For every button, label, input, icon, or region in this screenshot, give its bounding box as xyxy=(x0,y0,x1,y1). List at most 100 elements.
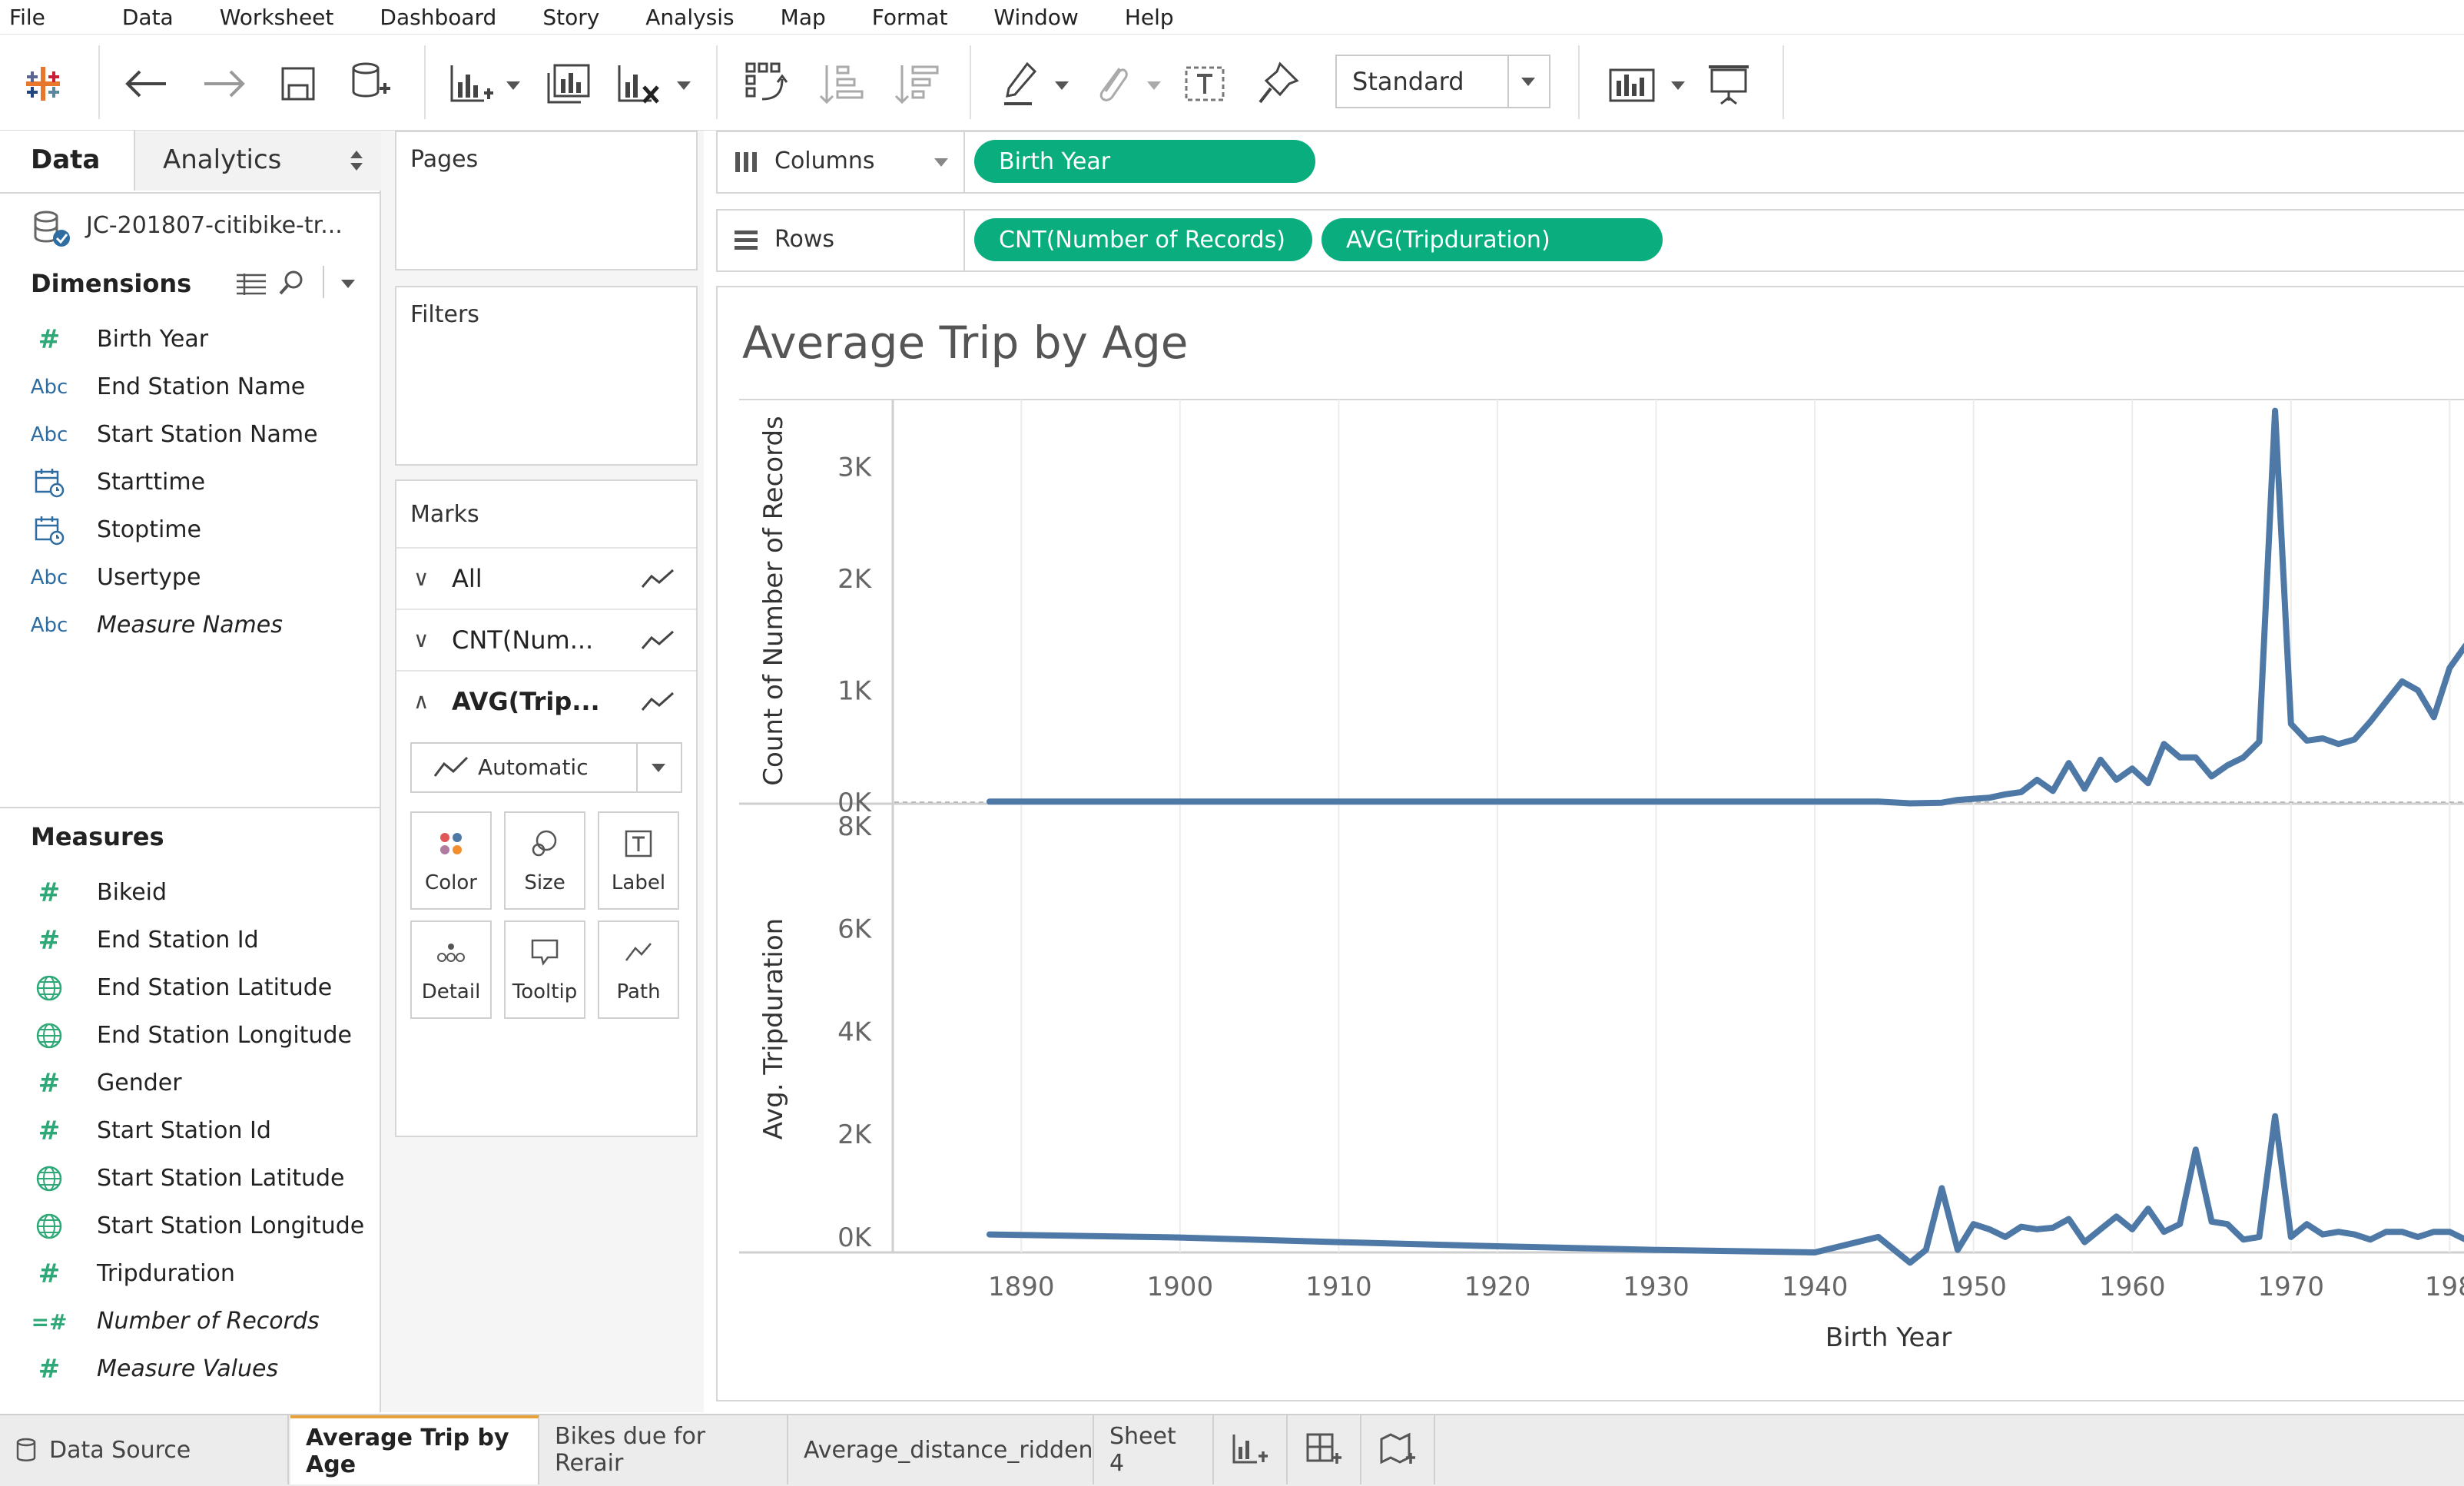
tab-analytics[interactable]: Analytics xyxy=(134,131,381,191)
marks-row-cnt[interactable]: ∨ CNT(Num... xyxy=(396,609,696,670)
globe-icon xyxy=(34,1020,65,1051)
field-start-station-name[interactable]: Abc Start Station Name xyxy=(0,413,380,456)
y-axis-title: Count of Number of Records xyxy=(758,416,789,786)
series-line xyxy=(986,407,2464,807)
tooltip-button[interactable]: Tooltip xyxy=(504,920,585,1019)
filters-card[interactable]: Filters xyxy=(395,286,698,466)
menu-dashboard[interactable]: Dashboard xyxy=(380,5,496,30)
x-tick-label: 1960 xyxy=(2099,1272,2166,1302)
tab-sheet-4[interactable]: Sheet 4 xyxy=(1094,1415,1214,1484)
pages-card[interactable]: Pages xyxy=(395,131,698,270)
fit-dropdown-value: Standard xyxy=(1352,67,1464,96)
columns-shelf[interactable]: Columns Birth Year xyxy=(716,131,2464,194)
line-chart[interactable]: 1890 1900 1910 1920 1930 1940 1950 1960 1970 198 B… xyxy=(718,287,2464,1400)
marks-row-avg[interactable]: ∧ AVG(Trip... xyxy=(396,670,696,731)
marks-row-all[interactable]: ∨ All xyxy=(396,547,696,609)
field-start-station-latitude[interactable]: Start Station Latitude xyxy=(0,1157,380,1200)
number-icon: # xyxy=(38,324,61,355)
new-worksheet-icon[interactable] xyxy=(447,61,496,107)
mark-type-dropdown[interactable]: Automatic xyxy=(410,742,682,793)
menu-window[interactable]: Window xyxy=(993,5,1078,30)
menu-map[interactable]: Map xyxy=(781,5,826,30)
number-icon: # xyxy=(38,1354,61,1385)
fix-axes-pin-icon[interactable] xyxy=(1255,59,1302,108)
field-end-station-longitude[interactable]: End Station Longitude xyxy=(0,1014,380,1057)
pane-menu-chevron-icon[interactable] xyxy=(341,280,355,288)
clear-sheet-dropdown-icon[interactable] xyxy=(675,78,693,93)
menu-worksheet[interactable]: Worksheet xyxy=(220,5,334,30)
new-datasource-icon[interactable] xyxy=(347,59,393,105)
line-mark-icon xyxy=(641,630,674,649)
new-dashboard-tab-icon[interactable] xyxy=(1288,1415,1361,1484)
undo-icon[interactable] xyxy=(123,62,169,105)
field-end-station-name[interactable]: Abc End Station Name xyxy=(0,366,380,409)
tab-data-source[interactable]: Data Source xyxy=(0,1415,289,1484)
menu-analysis[interactable]: Analysis xyxy=(645,5,734,30)
group-members-icon[interactable] xyxy=(1089,59,1133,108)
menu-story[interactable]: Story xyxy=(542,5,599,30)
new-story-tab-icon[interactable] xyxy=(1361,1415,1435,1484)
menu-help[interactable]: Help xyxy=(1125,5,1174,30)
new-worksheet-tab-icon[interactable] xyxy=(1214,1415,1288,1484)
highlight-dropdown-icon[interactable] xyxy=(1053,78,1071,93)
save-icon[interactable] xyxy=(277,62,320,105)
tableau-logo-icon[interactable] xyxy=(22,62,65,105)
redo-icon[interactable] xyxy=(201,62,247,105)
menu-data[interactable]: Data xyxy=(122,5,174,30)
x-tick-label: 198 xyxy=(2425,1272,2464,1302)
field-tripduration[interactable]: # Tripduration xyxy=(0,1252,380,1295)
show-mark-labels-icon[interactable] xyxy=(1182,62,1228,105)
field-usertype[interactable]: Abc Usertype xyxy=(0,556,380,599)
label-button[interactable]: Label xyxy=(598,811,679,910)
rows-shelf[interactable]: Rows CNT(Number of Records) AVG(Tripdura… xyxy=(716,209,2464,272)
path-button[interactable]: Path xyxy=(598,920,679,1019)
tab-average-trip-by-age[interactable]: Average Trip by Age xyxy=(290,1415,539,1484)
field-stoptime[interactable]: Stoptime xyxy=(0,509,380,552)
menu-format[interactable]: Format xyxy=(872,5,948,30)
string-abc-icon: Abc xyxy=(30,376,68,399)
field-bikeid[interactable]: # Bikeid xyxy=(0,871,380,914)
field-end-station-latitude[interactable]: End Station Latitude xyxy=(0,967,380,1010)
database-icon xyxy=(16,1438,36,1461)
view-as-list-icon[interactable] xyxy=(235,272,267,297)
fit-dropdown[interactable]: Standard xyxy=(1335,55,1550,108)
group-members-dropdown-icon[interactable] xyxy=(1145,78,1163,93)
color-button[interactable]: Color xyxy=(410,811,492,910)
field-gender[interactable]: # Gender xyxy=(0,1062,380,1105)
pill-avg-tripduration[interactable]: AVG(Tripduration) xyxy=(1322,218,1663,261)
field-measure-names[interactable]: Abc Measure Names xyxy=(0,604,380,647)
detail-button[interactable]: Detail xyxy=(410,920,492,1019)
tab-average-distance-ridden[interactable]: Average_distance_ridden xyxy=(788,1415,1094,1484)
chevron-down-icon xyxy=(1521,78,1535,86)
data-pane-tabs: Data Analytics xyxy=(0,131,381,194)
pill-cnt-number-of-records[interactable]: CNT(Number of Records) xyxy=(974,218,1312,261)
field-start-station-id[interactable]: # Start Station Id xyxy=(0,1110,380,1153)
clear-sheet-icon[interactable] xyxy=(615,61,664,107)
pill-birth-year[interactable]: Birth Year xyxy=(974,140,1315,183)
tab-data[interactable]: Data xyxy=(0,131,134,192)
field-measure-values[interactable]: # Measure Values xyxy=(0,1348,380,1391)
field-birth-year[interactable]: # Birth Year xyxy=(0,318,380,361)
field-end-station-id[interactable]: # End Station Id xyxy=(0,919,380,962)
size-button[interactable]: Size xyxy=(504,811,585,910)
sort-descending-icon[interactable] xyxy=(893,59,942,108)
highlight-icon[interactable] xyxy=(999,59,1042,108)
x-tick-label: 1940 xyxy=(1782,1272,1849,1302)
new-worksheet-dropdown-icon[interactable] xyxy=(504,78,522,93)
tab-bikes-due-for-rerair[interactable]: Bikes due for Rerair xyxy=(539,1415,788,1484)
swap-rows-columns-icon[interactable] xyxy=(742,59,791,108)
datasource-icon xyxy=(34,211,70,247)
presentation-mode-icon[interactable] xyxy=(1704,59,1753,108)
field-start-station-longitude[interactable]: Start Station Longitude xyxy=(0,1205,380,1248)
show-me-dropdown-icon[interactable] xyxy=(1669,78,1687,93)
menu-file[interactable]: File xyxy=(9,5,45,30)
string-abc-icon: Abc xyxy=(30,423,68,446)
show-me-icon[interactable] xyxy=(1606,59,1661,108)
search-icon[interactable] xyxy=(278,269,306,297)
datasource-item[interactable]: JC-201807-citibike-tr... xyxy=(0,200,380,254)
field-starttime[interactable]: Starttime xyxy=(0,461,380,504)
field-number-of-records[interactable]: =# Number of Records xyxy=(0,1300,380,1343)
duplicate-sheet-icon[interactable] xyxy=(544,61,593,107)
chevron-down-icon xyxy=(652,764,665,772)
sort-ascending-icon[interactable] xyxy=(817,59,867,108)
